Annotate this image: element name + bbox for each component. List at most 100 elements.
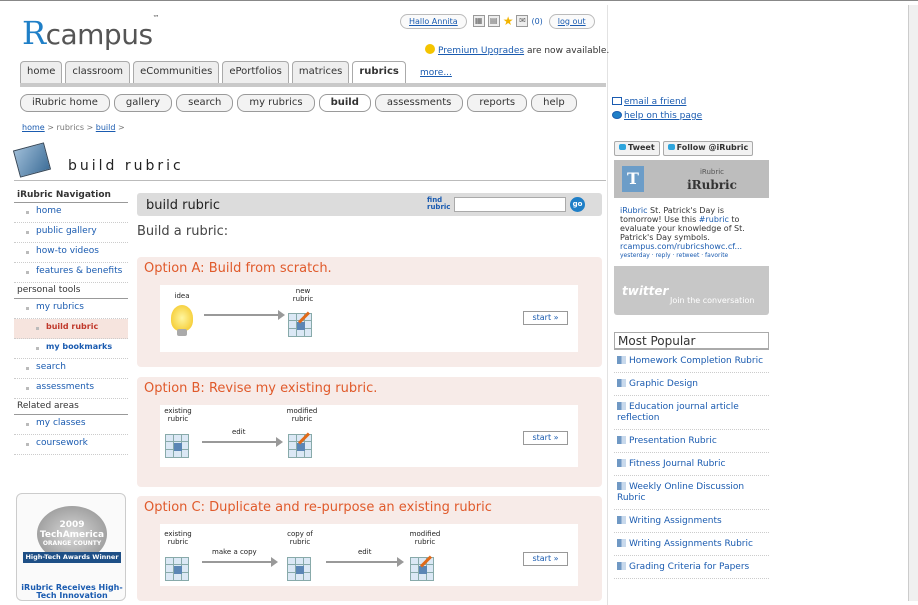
tweet-button[interactable]: Tweet [614, 141, 660, 156]
award-badge[interactable]: 2009 TechAmerica ORANGE COUNTY High-Tech A… [16, 493, 126, 601]
rubric-icon [617, 402, 626, 410]
premium-upgrades-link[interactable]: Premium Upgrades [438, 46, 524, 56]
tab-ecommunities[interactable]: eCommunities [133, 61, 220, 83]
rubric-icon [617, 379, 626, 387]
help-link[interactable]: help on this page [624, 111, 702, 121]
logo-text: campus [45, 18, 153, 51]
nav-features-benefits[interactable]: features & benefits [14, 263, 128, 283]
nav-public-gallery[interactable]: public gallery [14, 223, 128, 243]
most-popular-title: Most Popular [614, 332, 769, 350]
idea-label: idea [174, 292, 190, 300]
popular-item[interactable]: Education journal article reflection [614, 396, 769, 430]
subtab-help[interactable]: help [531, 94, 577, 112]
twitter-brand: twitter [622, 284, 669, 298]
tweet-link[interactable]: rcampus.com/rubricshowc.cf... [620, 242, 742, 251]
popular-item[interactable]: Fitness Journal Rubric [614, 453, 769, 476]
user-bar: Hallo Annita ▦ ▤ ★ ✉ (0) log out [400, 12, 595, 30]
breadcrumb-build[interactable]: build [96, 123, 116, 132]
option-a-start-button[interactable]: start » [523, 311, 568, 325]
tweet-hashtag[interactable]: #rubric [699, 215, 729, 224]
twitter-small-name: iRubric [699, 168, 725, 176]
content-title: build rubric [146, 198, 221, 213]
popular-item-label: Grading Criteria for Papers [629, 562, 750, 572]
tab-eportfolios[interactable]: ePortfolios [222, 61, 289, 83]
twitter-widget: T iRubric iRubric iRubric St. Patrick's … [614, 160, 769, 315]
join-conversation-link[interactable]: Join the conversation [670, 296, 754, 305]
nav-coursework[interactable]: coursework [14, 435, 128, 455]
lightbulb-icon [425, 44, 435, 54]
notes-icon[interactable]: ▤ [487, 15, 500, 27]
mail-icon[interactable]: ✉ [516, 15, 529, 27]
nav-section-personal: personal tools [14, 283, 128, 299]
option-b-start-button[interactable]: start » [523, 431, 568, 445]
rubric-icon [617, 562, 626, 570]
nav-my-bookmarks[interactable]: my bookmarks [14, 339, 128, 359]
twitter-name: iRubric [687, 178, 737, 192]
breadcrumb-sep: > [115, 123, 125, 132]
modified-rubric-label: modified rubric [286, 407, 318, 423]
breadcrumb-home[interactable]: home [22, 123, 45, 132]
tab-matrices[interactable]: matrices [291, 61, 350, 83]
existing-rubric-label: existing rubric [164, 407, 192, 423]
go-button[interactable]: go [570, 197, 585, 212]
rcampus-logo[interactable]: Rcampus™ [22, 14, 159, 52]
subtab-search[interactable]: search [176, 94, 234, 112]
find-rubric-label: find rubric [427, 196, 451, 211]
nav-my-classes[interactable]: my classes [14, 415, 128, 435]
popular-item[interactable]: Presentation Rubric [614, 430, 769, 453]
help-icon [612, 111, 622, 119]
tweet-handle[interactable]: iRubric [620, 206, 647, 215]
subtab-build[interactable]: build [318, 94, 371, 112]
rubric-grid-icon [287, 557, 311, 581]
award-caption[interactable]: iRubric Receives High-Tech Innovation [17, 584, 127, 600]
tab-rubrics[interactable]: rubrics [352, 61, 406, 83]
copy-of-rubric-label: copy of rubric [287, 530, 313, 546]
nav-home[interactable]: home [14, 203, 128, 223]
popular-item-label: Writing Assignments Rubric [629, 539, 753, 549]
rubric-icon [617, 539, 626, 547]
popular-item[interactable]: Writing Assignments [614, 510, 769, 533]
nav-assessments[interactable]: assessments [14, 379, 128, 399]
option-c-start-button[interactable]: start » [523, 552, 568, 566]
popular-item-label: Fitness Journal Rubric [629, 459, 726, 469]
rubric-grid-icon [165, 557, 189, 581]
subtab-my-rubrics[interactable]: my rubrics [237, 94, 315, 112]
user-greeting-link[interactable]: Hallo Annita [400, 13, 467, 29]
subtab-irubric-home[interactable]: iRubric home [20, 94, 110, 112]
rubric-icon [617, 482, 626, 490]
more-tabs-link[interactable]: more... [420, 68, 452, 78]
option-c-diagram: existing rubric make a copy copy of rubr… [160, 524, 578, 586]
subtab-reports[interactable]: reports [467, 94, 528, 112]
page-title: build rubric [68, 158, 184, 174]
popular-item[interactable]: Grading Criteria for Papers [614, 556, 769, 579]
option-c-title: Option C: Duplicate and re-purpose an ex… [144, 500, 492, 515]
email-friend-link[interactable]: email a friend [624, 97, 686, 107]
award-brand: TechAmerica [39, 530, 105, 540]
sub-tabs: iRubric home gallery search my rubrics b… [20, 94, 577, 112]
popular-item[interactable]: Weekly Online Discussion Rubric [614, 476, 769, 510]
option-b-title: Option B: Revise my existing rubric. [144, 381, 378, 396]
subtab-gallery[interactable]: gallery [113, 94, 173, 112]
popular-item[interactable]: Graphic Design [614, 373, 769, 396]
nav-my-rubrics[interactable]: my rubrics [14, 299, 128, 319]
nav-how-to-videos[interactable]: how-to videos [14, 243, 128, 263]
tweet-meta[interactable]: yesterday · reply · retweet · favorite [620, 251, 763, 260]
edit-label: edit [358, 548, 372, 556]
nav-search[interactable]: search [14, 359, 128, 379]
subtab-assessments[interactable]: assessments [374, 94, 464, 112]
star-icon[interactable]: ★ [503, 14, 514, 28]
scrollbar[interactable] [908, 5, 918, 601]
modified-rubric-label: modified rubric [409, 530, 441, 546]
calendar-icon[interactable]: ▦ [472, 15, 485, 27]
nav-build-rubric[interactable]: build rubric [14, 319, 128, 339]
logout-link[interactable]: log out [548, 13, 595, 29]
popular-item[interactable]: Writing Assignments Rubric [614, 533, 769, 556]
popular-item[interactable]: Homework Completion Rubric [614, 350, 769, 373]
award-region: ORANGE COUNTY [42, 540, 102, 547]
tab-classroom[interactable]: classroom [65, 61, 131, 83]
tab-home[interactable]: home [20, 61, 63, 83]
help-row: help on this page [612, 111, 702, 121]
message-count[interactable]: (0) [531, 17, 542, 26]
follow-button[interactable]: Follow @iRubric [662, 141, 754, 156]
find-rubric-input[interactable] [454, 197, 566, 212]
